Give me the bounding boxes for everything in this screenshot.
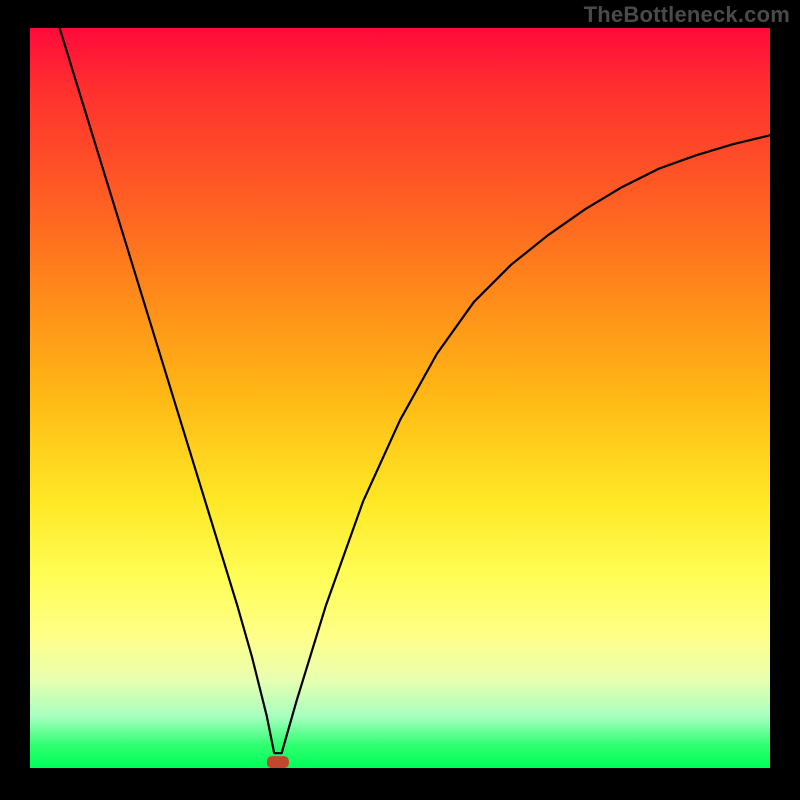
minimum-marker: [267, 756, 289, 768]
plot-area: [30, 28, 770, 768]
chart-svg: [30, 28, 770, 768]
chart-frame: TheBottleneck.com: [0, 0, 800, 800]
bottleneck-curve: [60, 28, 770, 753]
watermark-text: TheBottleneck.com: [584, 2, 790, 28]
